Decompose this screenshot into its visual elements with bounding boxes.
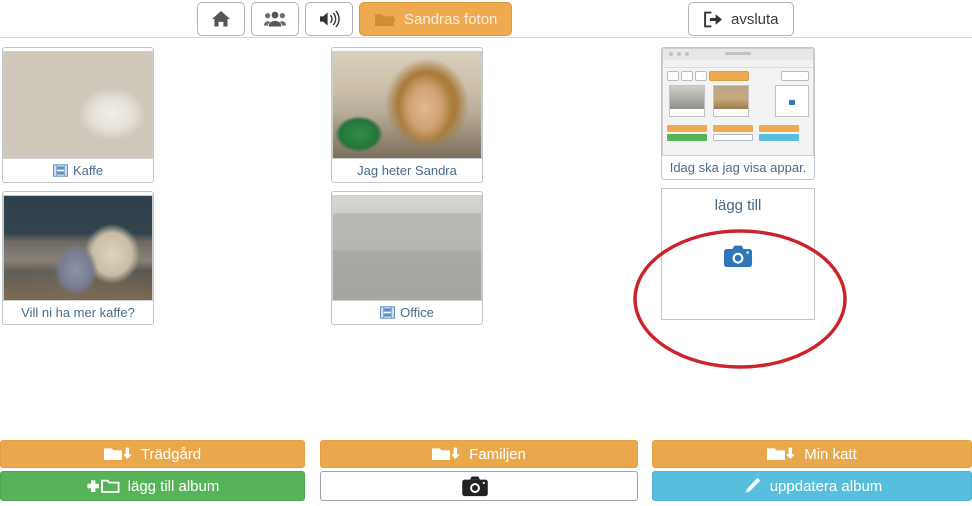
folder-download-icon bbox=[103, 447, 132, 460]
album-label: Min katt bbox=[804, 445, 857, 463]
add-album-label: lägg till album bbox=[127, 477, 220, 495]
photo-column-1: Kaffe Vill ni ha mer kaffe? bbox=[2, 47, 154, 333]
speaker-icon bbox=[318, 10, 340, 28]
home-icon bbox=[211, 10, 231, 28]
users-icon bbox=[264, 10, 286, 28]
update-album-button[interactable]: uppdatera album bbox=[652, 471, 972, 501]
toolbar-left-group: Sandras foton bbox=[197, 2, 518, 36]
photo-card[interactable]: Office bbox=[331, 191, 483, 325]
album-button-min-katt[interactable]: Min katt bbox=[652, 440, 972, 468]
caption-text: Vill ni ha mer kaffe? bbox=[21, 305, 135, 320]
film-icon bbox=[52, 164, 68, 177]
photo-caption: Office bbox=[332, 301, 482, 324]
current-album-button[interactable]: Sandras foton bbox=[359, 2, 513, 36]
caption-text: Office bbox=[400, 305, 434, 320]
album-group-3: Min katt uppdatera album bbox=[652, 440, 972, 501]
current-album-label: Sandras foton bbox=[404, 10, 498, 28]
folder-download-icon bbox=[432, 447, 460, 460]
photo-column-3: Idag ska jag visa appar. lägg till bbox=[661, 47, 815, 320]
album-label: Familjen bbox=[469, 445, 526, 463]
photo-card[interactable]: Vill ni ha mer kaffe? bbox=[2, 191, 154, 325]
folder-open-icon bbox=[374, 11, 396, 28]
home-button[interactable] bbox=[197, 2, 245, 36]
take-photo-button[interactable] bbox=[320, 471, 638, 501]
exit-button[interactable]: avsluta bbox=[688, 2, 794, 36]
add-album-button[interactable]: lägg till album bbox=[0, 471, 305, 501]
exit-icon bbox=[703, 11, 723, 28]
users-button[interactable] bbox=[251, 2, 299, 36]
photo-column-2: Jag heter Sandra Office bbox=[331, 47, 483, 333]
film-icon bbox=[380, 306, 396, 319]
photo-thumbnail-coffee-station bbox=[3, 195, 153, 301]
add-photo-card[interactable]: lägg till bbox=[661, 188, 815, 320]
caption-text: Kaffe bbox=[72, 163, 104, 178]
album-label: Trädgård bbox=[140, 445, 202, 463]
album-group-1: Trädgård lägg till album bbox=[0, 440, 305, 501]
bottom-bar: Trädgård lägg till album Familjen Min ka… bbox=[0, 440, 972, 506]
album-group-2: Familjen bbox=[320, 440, 638, 501]
sound-button[interactable] bbox=[305, 2, 353, 36]
photo-card[interactable]: Kaffe bbox=[2, 47, 154, 183]
camera-icon bbox=[462, 476, 488, 496]
pencil-icon bbox=[745, 477, 761, 493]
caption-text: Jag heter Sandra bbox=[357, 163, 457, 178]
photo-caption: Jag heter Sandra bbox=[332, 159, 482, 182]
photo-caption: Vill ni ha mer kaffe? bbox=[3, 301, 153, 324]
photo-card[interactable]: Jag heter Sandra bbox=[331, 47, 483, 183]
plus-folder-icon bbox=[87, 479, 120, 493]
photo-caption: Idag ska jag visa appar. bbox=[662, 156, 814, 179]
top-toolbar: Sandras foton avsluta bbox=[0, 0, 972, 38]
photo-thumbnail-coffee-cup bbox=[3, 51, 153, 159]
add-photo-label: lägg till bbox=[714, 197, 762, 214]
photo-thumbnail-sandra bbox=[332, 51, 482, 159]
album-button-familjen[interactable]: Familjen bbox=[320, 440, 638, 468]
update-album-label: uppdatera album bbox=[769, 477, 883, 495]
photo-caption: Kaffe bbox=[3, 159, 153, 182]
photo-grid: Kaffe Vill ni ha mer kaffe? Jag heter Sa… bbox=[0, 39, 972, 424]
toolbar-right-group: avsluta bbox=[688, 2, 800, 36]
photo-thumbnail-office bbox=[332, 195, 482, 301]
folder-download-icon bbox=[767, 447, 795, 460]
photo-card[interactable]: Idag ska jag visa appar. bbox=[661, 47, 815, 180]
photo-thumbnail-app-screenshot bbox=[662, 48, 814, 156]
caption-text: Idag ska jag visa appar. bbox=[669, 160, 807, 175]
album-button-tradgard[interactable]: Trädgård bbox=[0, 440, 305, 468]
camera-icon bbox=[724, 245, 752, 267]
app-root: Sandras foton avsluta Kaffe Vill ni ha m… bbox=[0, 0, 972, 506]
exit-label: avsluta bbox=[731, 10, 779, 28]
